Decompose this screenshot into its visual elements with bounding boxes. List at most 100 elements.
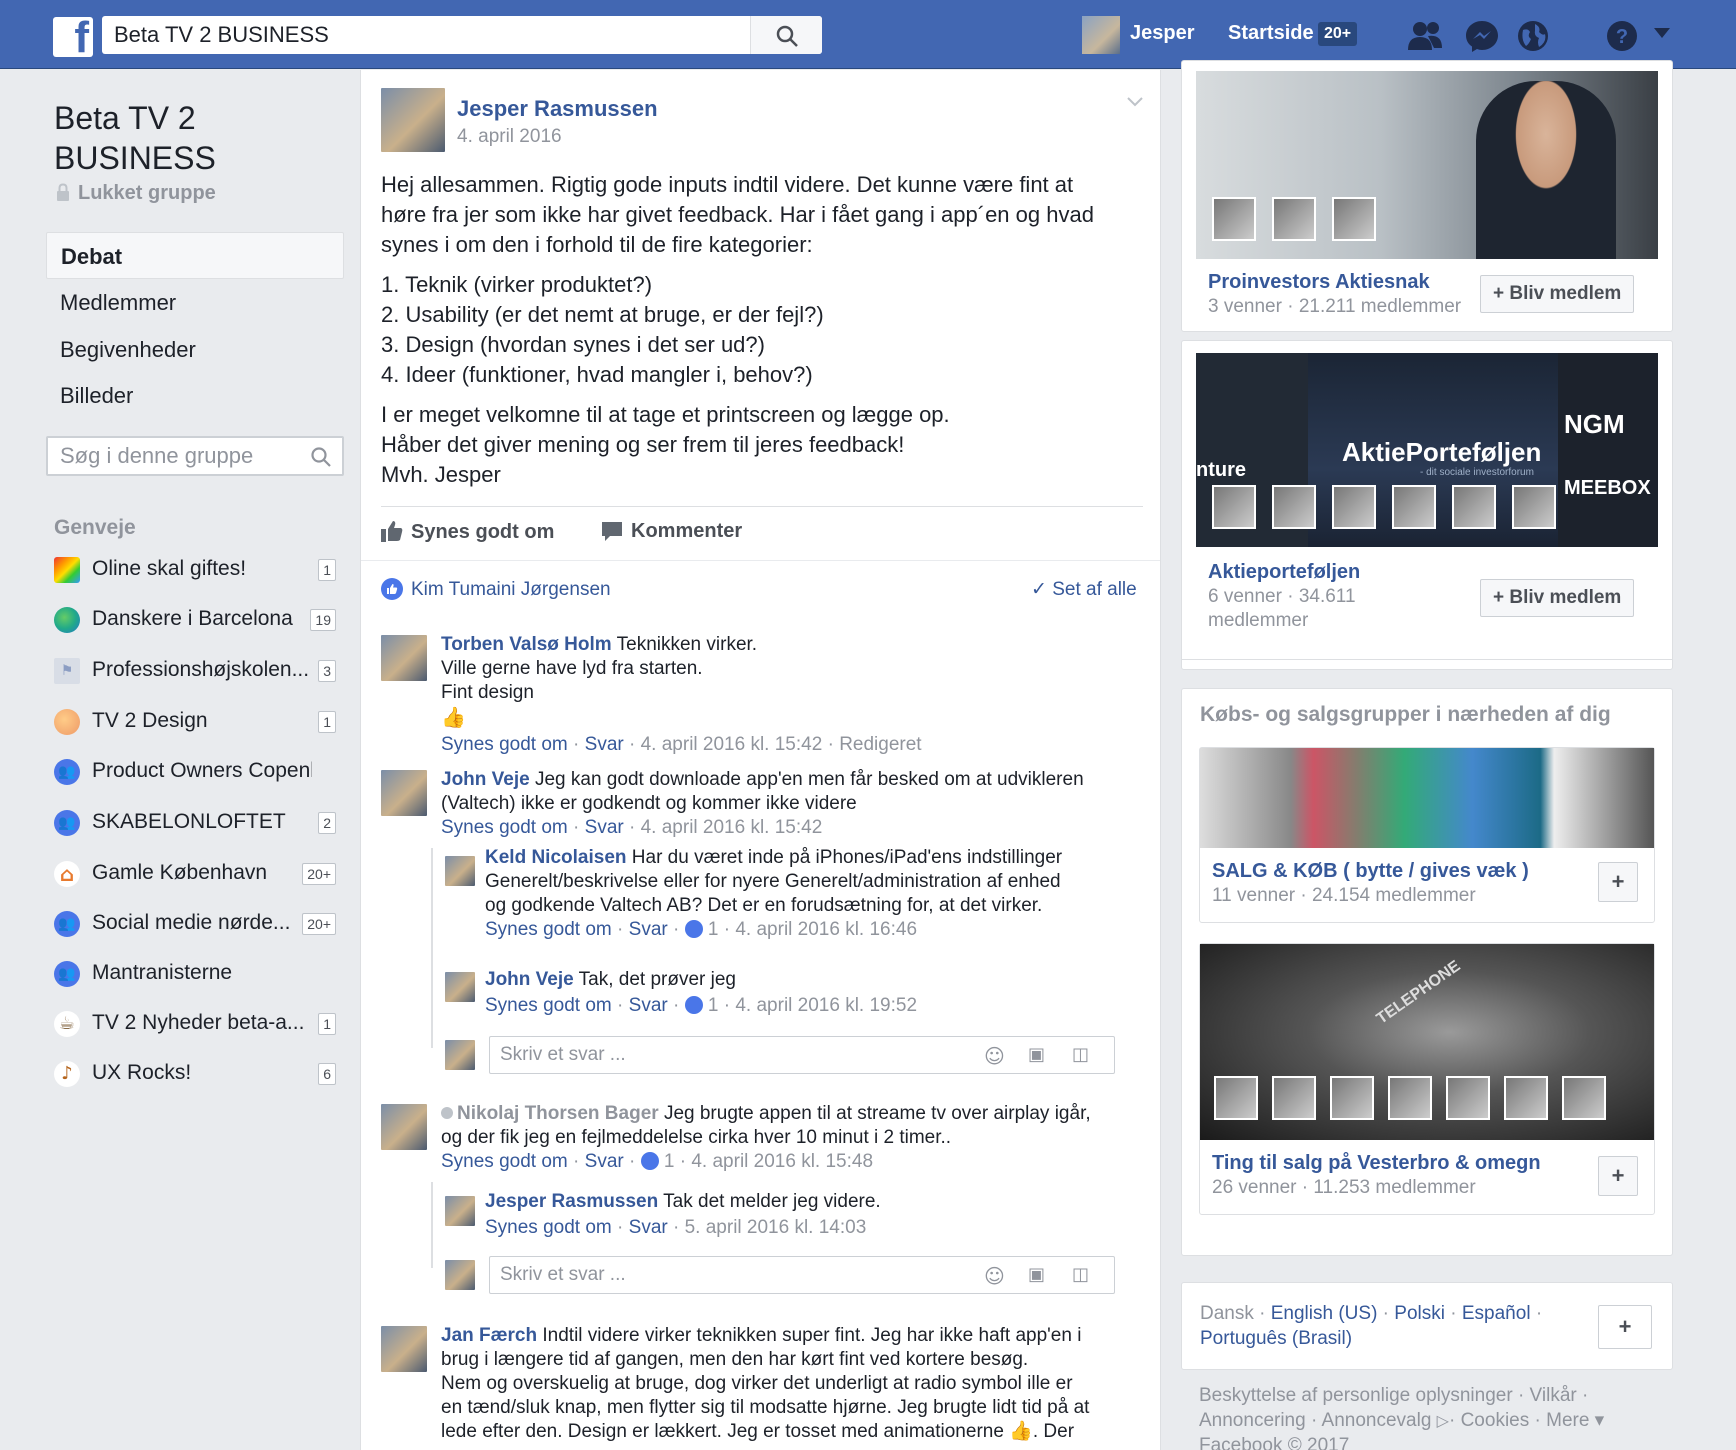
shortcut-badge: 1 [318,1013,336,1035]
reply-comment: John Veje Tak, det prøver jeg Synes godt… [485,969,918,1016]
comment-reply-link[interactable]: Svar [629,995,668,1016]
shortcut-item[interactable]: 👥 Product Owners Copenh.. [54,753,344,793]
shortcut-item[interactable]: 👥 Mantranisterne [54,955,344,995]
language-link[interactable]: Polski [1394,1303,1445,1324]
group-name-link[interactable]: SALG & KØB ( bytte / gives væk ) [1212,860,1529,883]
language-link[interactable]: Português (Brasil) [1200,1328,1352,1349]
shortcut-item[interactable]: ☕ TV 2 Nyheder beta-a... 1 [54,1005,344,1045]
commenter-avatar[interactable] [445,1196,475,1226]
commenter-name[interactable]: Torben Valsø Holm [441,634,612,655]
profile-link[interactable]: Jesper [1130,22,1195,45]
shortcut-item[interactable]: ⚑ Professionshøjskolen... 3 [54,652,344,692]
group-search-input[interactable] [48,438,288,474]
commenter-avatar[interactable] [381,1104,427,1150]
shortcut-item[interactable]: TV 2 Design 1 [54,703,344,743]
comment: Jan Færch Indtil videre virker teknikken… [441,1325,1090,1442]
commenter-avatar[interactable] [445,972,475,1002]
comment-like-link[interactable]: Synes godt om [441,734,568,755]
camera-icon[interactable]: ▣ [1028,1264,1045,1285]
sticker-icon[interactable]: ◫ [1072,1044,1089,1065]
global-search-input[interactable] [102,16,752,54]
comment-reply-link[interactable]: Svar [629,919,668,940]
reply-input[interactable] [490,1257,890,1293]
like-reaction-icon [684,920,703,938]
commenter-name[interactable]: John Veje [441,769,530,790]
comment-reply-link[interactable]: Svar [585,817,624,838]
comment-button[interactable]: Kommenter [601,520,742,543]
group-name-link[interactable]: Aktieporteføljen [1208,561,1360,584]
shortcut-item[interactable]: ♪ UX Rocks! 6 [54,1055,344,1095]
group-title[interactable]: Beta TV 2 BUSINESS [54,98,314,178]
divider [361,560,1160,561]
comment-reply-link[interactable]: Svar [585,1151,624,1172]
search-button[interactable] [750,16,822,54]
group-name-link[interactable]: Ting til salg på Vesterbro & omegn [1212,1152,1541,1175]
shortcut-item[interactable]: 👥 Social medie nørde... 20+ [54,905,344,945]
post-text-line: 2. Usability (er det nemt at bruge, er d… [381,302,824,327]
commenter-name[interactable]: Nikolaj Thorsen Bager [457,1103,659,1124]
sticker-icon[interactable]: ◫ [1072,1264,1089,1285]
member-thumb [1272,197,1316,241]
comment-like-link[interactable]: Synes godt om [485,919,612,940]
home-link[interactable]: Startside [1228,22,1314,45]
commenter-avatar[interactable] [381,1326,427,1372]
account-menu-chevron-icon[interactable] [1654,28,1670,40]
language-link[interactable]: Español [1462,1303,1531,1324]
join-group-button[interactable]: + [1598,1156,1638,1196]
notifications-globe-icon[interactable] [1517,20,1549,52]
globe-icon [54,607,80,633]
shortcut-item[interactable]: Oline skal giftes! 1 [54,551,344,591]
group-cover-photo[interactable] [1196,71,1658,259]
emoji-icon[interactable]: ☺ [984,1044,1005,1068]
help-icon[interactable]: ? [1606,20,1638,52]
nav-members[interactable]: Medlemmer [46,279,344,326]
join-group-button[interactable]: + Bliv medlem [1480,579,1635,617]
more-languages-button[interactable]: + [1598,1305,1652,1349]
post-options-chevron-icon[interactable] [1126,96,1144,108]
nav-events[interactable]: Begivenheder [46,326,344,373]
commenter-name[interactable]: Jesper Rasmussen [485,1191,658,1212]
shortcut-item[interactable]: Danskere i Barcelona 19 [54,601,344,641]
profile-avatar[interactable] [1082,16,1120,54]
search-icon [776,25,798,47]
commenter-avatar[interactable] [445,856,475,886]
search-icon[interactable] [310,446,332,468]
group-meta: 26 venner · 11.253 medlemmer [1212,1177,1476,1198]
emoji-icon[interactable]: ☺ [984,1264,1005,1288]
comment-reply-link[interactable]: Svar [629,1217,668,1238]
friend-requests-icon[interactable] [1406,20,1444,50]
reply-input[interactable] [490,1037,890,1073]
comment-like-link[interactable]: Synes godt om [485,995,612,1016]
comment-like-link[interactable]: Synes godt om [485,1217,612,1238]
suggested-group-card: nture AktiePorteføljen - dit sociale inv… [1181,340,1673,670]
commenter-name[interactable]: Keld Nicolaisen [485,847,627,868]
comment-like-link[interactable]: Synes godt om [441,1151,568,1172]
camera-icon[interactable]: ▣ [1028,1044,1045,1065]
liked-by-link[interactable]: Kim Tumaini Jørgensen [411,578,611,602]
join-group-button[interactable]: + Bliv medlem [1480,275,1635,313]
language-link[interactable]: English (US) [1271,1303,1378,1324]
commenter-name[interactable]: John Veje [485,969,574,990]
shortcut-item[interactable]: ⌂ Gamle København 20+ [54,855,344,895]
comment-like-link[interactable]: Synes godt om [441,817,568,838]
group-cover-photo[interactable]: TELEPHONE [1200,944,1654,1140]
join-group-button[interactable]: + [1598,862,1638,902]
comment-reply-link[interactable]: Svar [585,734,624,755]
group-cover-photo[interactable] [1200,748,1654,848]
seen-by-all[interactable]: ✓ Set af alle [1031,578,1137,602]
reply-comment: Jesper Rasmussen Tak det melder jeg vide… [485,1191,881,1238]
like-button[interactable]: Synes godt om [381,520,554,544]
group-name-link[interactable]: Proinvestors Aktiesnak [1208,271,1430,294]
post-author[interactable]: Jesper Rasmussen [457,96,658,122]
shortcut-item[interactable]: 👥 SKABELONLOFTET 2 [54,804,344,844]
commenter-avatar[interactable] [381,770,427,816]
nav-debat[interactable]: Debat [46,232,344,279]
commenter-name[interactable]: Jan Færch [441,1325,537,1346]
facebook-logo[interactable]: f [53,13,93,62]
group-cover-photo[interactable]: nture AktiePorteføljen - dit sociale inv… [1196,353,1658,547]
messenger-icon[interactable] [1465,20,1499,52]
commenter-avatar[interactable] [381,635,427,681]
post-author-avatar[interactable] [381,88,445,152]
nav-photos[interactable]: Billeder [46,372,344,419]
post-date[interactable]: 4. april 2016 [457,126,562,148]
